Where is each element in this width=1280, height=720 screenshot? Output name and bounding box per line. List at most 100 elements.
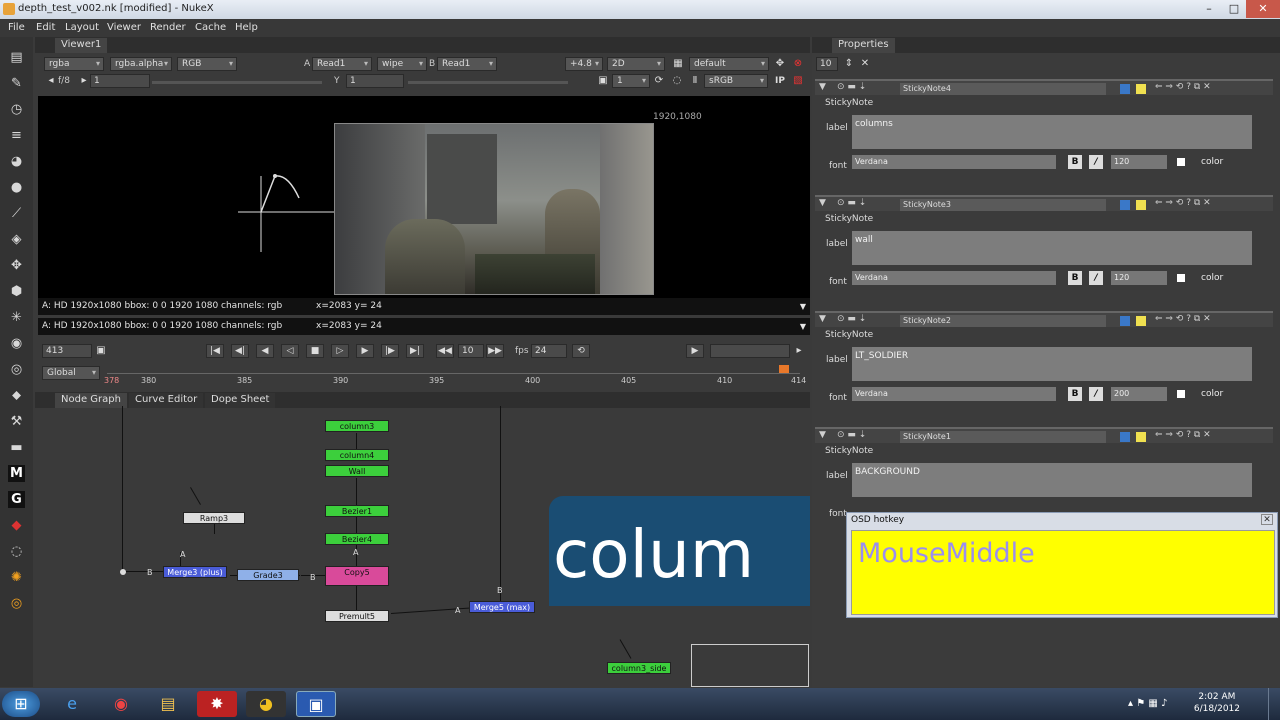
fstop-left-arrow-icon[interactable]: ◂ bbox=[44, 74, 58, 88]
lock-icon[interactable]: ▣ bbox=[94, 344, 108, 358]
italic-button[interactable]: / bbox=[1089, 155, 1103, 169]
color-caption[interactable]: color bbox=[1201, 157, 1223, 167]
collapse-icon[interactable]: ▼ bbox=[819, 314, 826, 324]
loop-button[interactable]: ⟲ bbox=[572, 344, 590, 358]
step-field[interactable]: 10 bbox=[458, 344, 484, 358]
label-text-field[interactable]: columns bbox=[852, 115, 1252, 149]
panel-node-name[interactable]: StickyNote1 bbox=[900, 431, 1106, 443]
clear-properties-icon[interactable]: ✕ bbox=[858, 57, 872, 71]
mode-dropdown[interactable]: 2D bbox=[607, 57, 665, 71]
tab-properties[interactable]: Properties bbox=[832, 38, 895, 53]
panel-tab[interactable]: StickyNote bbox=[825, 330, 873, 340]
start-button[interactable]: ⊞ bbox=[2, 691, 40, 717]
input-process-button[interactable]: IP bbox=[773, 74, 787, 88]
fps-field[interactable]: 24 bbox=[531, 344, 567, 358]
internet-explorer-icon[interactable]: e bbox=[52, 691, 92, 717]
time-icon[interactable]: ◷ bbox=[8, 101, 25, 118]
node-graph-navigator[interactable] bbox=[691, 644, 809, 687]
next-frame-button[interactable]: ▶ bbox=[356, 344, 374, 358]
panel-node-name[interactable]: StickyNote4 bbox=[900, 83, 1106, 95]
playhead-marker[interactable] bbox=[779, 365, 789, 373]
transform-icon[interactable]: ✥ bbox=[8, 257, 25, 274]
label-text-field[interactable]: wall bbox=[852, 231, 1252, 265]
gamma-slider[interactable] bbox=[408, 81, 568, 84]
color-caption[interactable]: color bbox=[1201, 273, 1223, 283]
node-grade3[interactable]: Grade3 bbox=[237, 569, 299, 581]
lut-icon[interactable]: ▦ bbox=[671, 57, 685, 71]
tab-curve-editor[interactable]: Curve Editor bbox=[129, 393, 204, 408]
gain-slider[interactable] bbox=[152, 81, 322, 84]
spiral-icon[interactable]: ◌ bbox=[8, 543, 25, 560]
merge-icon[interactable]: ◈ bbox=[8, 231, 25, 248]
display-dropdown[interactable]: RGB bbox=[177, 57, 237, 71]
close-button[interactable]: ✕ bbox=[1246, 0, 1280, 18]
tray-icons[interactable]: ▴ ⚑ ▦ ♪ bbox=[1128, 698, 1167, 709]
pause-update-icon[interactable]: ⊗ bbox=[791, 57, 805, 71]
channel-icon[interactable]: ≡ bbox=[8, 127, 25, 144]
max-panels-field[interactable]: 10 bbox=[816, 57, 838, 71]
proxy-icon[interactable]: ▣ bbox=[596, 74, 610, 88]
node-color-swatch[interactable] bbox=[1120, 432, 1130, 442]
node-merge-max[interactable]: Merge5 (max) bbox=[469, 601, 535, 613]
toolsets-icon[interactable]: ⚒ bbox=[8, 413, 25, 430]
sticky-note-columns[interactable]: colum bbox=[549, 496, 810, 606]
red-app-icon[interactable]: ✸ bbox=[197, 691, 237, 717]
last-frame-button[interactable]: ▶| bbox=[406, 344, 424, 358]
menu-layout[interactable]: Layout bbox=[65, 22, 99, 33]
panel-tools-icons[interactable]: ⊙ ▬ ⇣ bbox=[837, 198, 866, 208]
minimize-button[interactable]: – bbox=[1196, 0, 1222, 18]
step-back-button[interactable]: ◀◀ bbox=[436, 344, 454, 358]
panel-tools-icons[interactable]: ⊙ ▬ ⇣ bbox=[837, 314, 866, 324]
panel-header-buttons[interactable]: ⇐ ⇒ ⟲ ? ⧉ ✕ bbox=[1155, 314, 1211, 324]
panel-header-buttons[interactable]: ⇐ ⇒ ⟲ ? ⧉ ✕ bbox=[1155, 82, 1211, 92]
frame-range-arrow-icon[interactable]: ▸ bbox=[792, 344, 806, 358]
first-frame-button[interactable]: |◀ bbox=[206, 344, 224, 358]
sync-icon[interactable]: ◌ bbox=[670, 74, 684, 88]
particles-icon[interactable]: ✳ bbox=[8, 309, 25, 326]
font-field[interactable]: Verdana bbox=[852, 271, 1056, 285]
color-swatch[interactable] bbox=[1177, 274, 1185, 282]
refresh-icon[interactable]: ⟳ bbox=[652, 74, 666, 88]
color-swatch[interactable] bbox=[1177, 158, 1185, 166]
label-text-field[interactable]: LT_SOLDIER bbox=[852, 347, 1252, 381]
timeline-mode-dropdown[interactable]: Global bbox=[42, 366, 100, 380]
play-backward-button[interactable]: ◁ bbox=[281, 344, 299, 358]
stop-button[interactable]: ■ bbox=[306, 344, 324, 358]
collapse-icon[interactable]: ▼ bbox=[819, 430, 826, 440]
m-plugin-icon[interactable]: M bbox=[8, 465, 25, 482]
panel-tools-icons[interactable]: ⊙ ▬ ⇣ bbox=[837, 430, 866, 440]
panel-tab[interactable]: StickyNote bbox=[825, 98, 873, 108]
gain-dropdown[interactable]: +4.8 bbox=[565, 57, 603, 71]
roi-icon[interactable]: ✥ bbox=[773, 57, 787, 71]
image-icon[interactable]: ▤ bbox=[8, 49, 25, 66]
node-column3[interactable]: column3 bbox=[325, 420, 389, 432]
nuke-taskbar-icon[interactable]: ◕ bbox=[246, 691, 286, 717]
menu-edit[interactable]: Edit bbox=[36, 22, 55, 33]
panel-tools-icons[interactable]: ⊙ ▬ ⇣ bbox=[837, 82, 866, 92]
current-frame-field[interactable]: 413 bbox=[42, 344, 92, 358]
next-keyframe-button[interactable]: |▶ bbox=[381, 344, 399, 358]
color-caption[interactable]: color bbox=[1201, 389, 1223, 399]
node-bezier1[interactable]: Bezier1 bbox=[325, 505, 389, 517]
other-icon[interactable]: ▬ bbox=[8, 439, 25, 456]
font-field[interactable]: Verdana bbox=[852, 155, 1056, 169]
info-expand-icon-2[interactable]: ▼ bbox=[800, 318, 806, 335]
views-icon[interactable]: ◎ bbox=[8, 361, 25, 378]
a-input-dropdown[interactable]: Read1 bbox=[312, 57, 372, 71]
deep-icon[interactable]: ◉ bbox=[8, 335, 25, 352]
menu-file[interactable]: File bbox=[8, 22, 25, 33]
frame-range-field[interactable] bbox=[710, 344, 790, 358]
node-premult5[interactable]: Premult5 bbox=[325, 610, 389, 622]
play-forward-button[interactable]: ▷ bbox=[331, 344, 349, 358]
3d-icon[interactable]: ⬢ bbox=[8, 283, 25, 300]
italic-button[interactable]: / bbox=[1089, 271, 1103, 285]
info-expand-icon[interactable]: ▼ bbox=[800, 298, 806, 315]
panel-tab[interactable]: StickyNote bbox=[825, 446, 873, 456]
node-column3-side[interactable]: column3_side bbox=[607, 662, 671, 674]
panel-node-name[interactable]: StickyNote3 bbox=[900, 199, 1106, 211]
tab-dope-sheet[interactable]: Dope Sheet bbox=[205, 393, 276, 408]
flipbook-button[interactable]: ▶ bbox=[686, 344, 704, 358]
node-copy5[interactable]: Copy5 bbox=[325, 566, 389, 586]
tab-viewer1[interactable]: Viewer1 bbox=[55, 38, 108, 53]
lut-dropdown[interactable]: default bbox=[689, 57, 769, 71]
